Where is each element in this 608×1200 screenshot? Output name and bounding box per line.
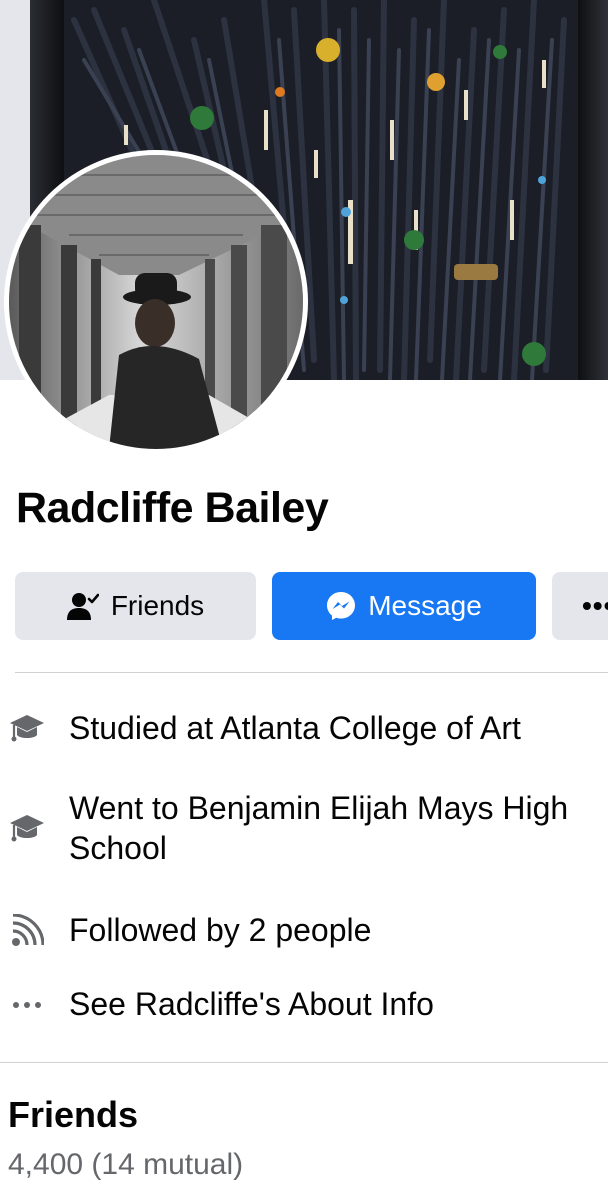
info-row-education-college[interactable]: Studied at Atlanta College of Art (0, 706, 608, 750)
more-dots-icon (6, 984, 48, 1026)
info-text: Followed by 2 people (69, 912, 372, 948)
info-row-about-link[interactable]: See Radcliffe's About Info (0, 982, 608, 1026)
section-divider (15, 672, 608, 673)
friends-check-icon (66, 591, 99, 621)
friends-section-title[interactable]: Friends (8, 1094, 138, 1136)
message-button-label: Message (368, 590, 482, 621)
messenger-icon (326, 591, 356, 621)
friends-button[interactable]: Friends (15, 572, 256, 640)
more-dots-icon: ••• (582, 590, 608, 621)
section-divider (0, 1062, 608, 1063)
info-text: Studied at Atlanta College of Art (69, 710, 521, 746)
cover-frame-right (578, 0, 608, 380)
message-button[interactable]: Message (272, 572, 536, 640)
friends-button-label: Friends (110, 590, 205, 621)
friends-count: 4,400 (14 mutual) (8, 1148, 244, 1181)
profile-name: Radcliffe Bailey (16, 484, 329, 532)
profile-avatar[interactable] (4, 150, 308, 454)
graduation-cap-icon (6, 708, 48, 750)
info-text: Went to Benjamin Elijah Mays High School (69, 790, 569, 866)
info-row-followers[interactable]: Followed by 2 people (0, 908, 608, 952)
more-options-button[interactable]: ••• (552, 572, 608, 640)
profile-photo (9, 155, 303, 449)
info-text: See Radcliffe's About Info (69, 986, 434, 1022)
rss-feed-icon (6, 910, 48, 952)
graduation-cap-icon (6, 808, 48, 850)
info-row-education-highschool[interactable]: Went to Benjamin Elijah Mays High School (0, 788, 608, 872)
